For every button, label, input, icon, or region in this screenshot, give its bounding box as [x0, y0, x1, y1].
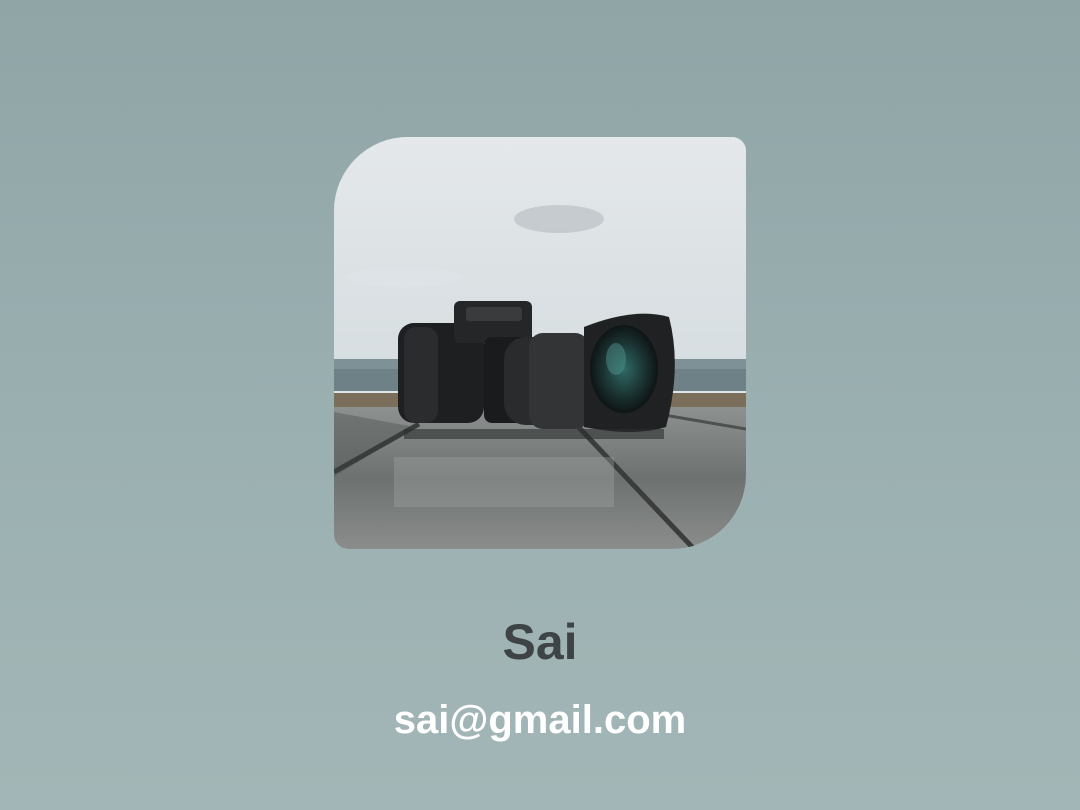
profile-name: Sai — [502, 614, 578, 670]
camera-photo-image — [334, 137, 746, 549]
profile-card: Sai sai@gmail.com — [0, 0, 1080, 810]
profile-email: sai@gmail.com — [393, 698, 687, 742]
avatar[interactable] — [334, 137, 746, 549]
